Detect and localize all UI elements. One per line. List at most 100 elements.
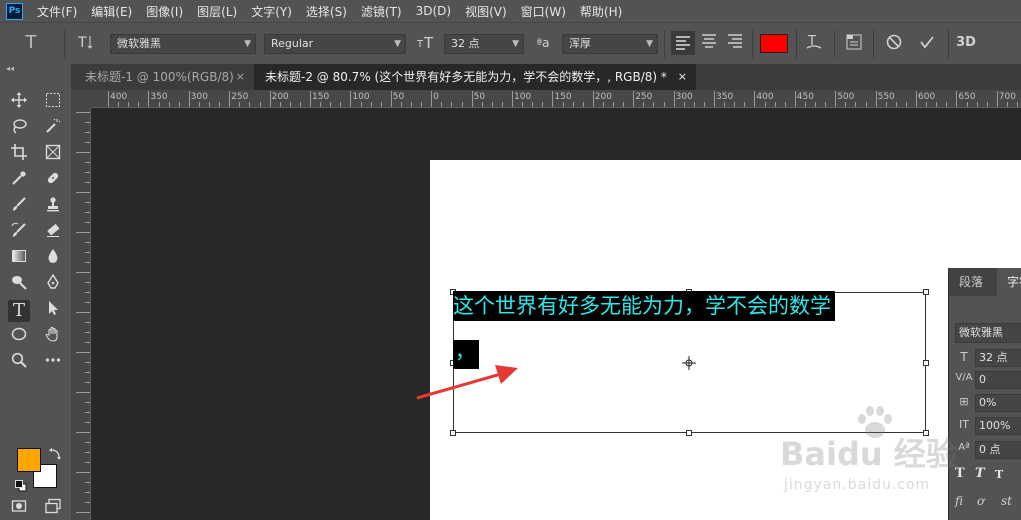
- toggle-text-orientation-icon[interactable]: T: [74, 33, 96, 56]
- resize-handle[interactable]: [923, 360, 929, 366]
- menu-select[interactable]: 选择(S): [306, 3, 347, 20]
- tab-document-2[interactable]: 未标题-2 @ 80.7% (这个世界有好多无能为力，学不会的数学，, RGB/…: [254, 64, 696, 90]
- selected-text-line[interactable]: 这个世界有好多无能为力，学不会的数学: [453, 291, 835, 321]
- more-tools-icon[interactable]: [42, 352, 64, 374]
- zoom-tool-icon[interactable]: [8, 352, 30, 374]
- ruler-tick-label: 300: [675, 92, 693, 102]
- marquee-tool-icon[interactable]: [42, 92, 64, 114]
- ruler-minor-tick: [936, 102, 938, 107]
- anti-alias-select[interactable]: 浑厚 ▼: [562, 34, 658, 54]
- kerning-field[interactable]: 0: [975, 371, 1021, 389]
- ruler-minor-tick: [421, 102, 423, 107]
- quick-mask-icon[interactable]: [8, 498, 30, 520]
- eraser-tool-icon[interactable]: [42, 222, 64, 244]
- commit-edits-icon[interactable]: [916, 33, 938, 56]
- healing-brush-tool-icon[interactable]: [42, 170, 64, 192]
- path-selection-tool-icon[interactable]: [42, 300, 64, 322]
- menu-image[interactable]: 图像(I): [146, 3, 183, 20]
- close-icon[interactable]: ×: [236, 64, 245, 90]
- font-size-field[interactable]: 32 点: [975, 349, 1021, 367]
- font-size-select[interactable]: 32 点 ▼: [444, 34, 524, 54]
- menu-layer[interactable]: 图层(L): [197, 3, 237, 20]
- ruler-minor-tick: [562, 102, 564, 107]
- eyedropper-tool-icon[interactable]: [8, 170, 30, 192]
- menu-type[interactable]: 文字(Y): [251, 3, 292, 20]
- history-brush-tool-icon[interactable]: [8, 222, 30, 244]
- frame-tool-icon[interactable]: [42, 144, 64, 166]
- tab-paragraph[interactable]: 段落: [949, 268, 997, 296]
- ruler-major-tick: [794, 91, 796, 107]
- hand-tool-icon[interactable]: [42, 326, 64, 348]
- ruler-minor-tick: [855, 102, 857, 107]
- ruler-minor-tick: [653, 102, 655, 107]
- type-tool-icon[interactable]: T: [8, 300, 30, 322]
- all-caps-button[interactable]: T: [995, 468, 1003, 481]
- ruler-tick: [76, 392, 90, 393]
- lasso-tool-icon[interactable]: [8, 118, 30, 140]
- menu-3d[interactable]: 3D(D): [416, 4, 451, 18]
- text-color-swatch[interactable]: [760, 34, 788, 53]
- ruler-origin[interactable]: [71, 90, 91, 108]
- ruler-major-tick: [996, 91, 998, 107]
- tab-document-1[interactable]: 未标题-1 @ 100%(RGB/8) ×: [74, 64, 254, 90]
- font-style-select[interactable]: Regular ▼: [264, 34, 406, 54]
- vertical-scale-field[interactable]: 100%: [975, 417, 1021, 435]
- menu-help[interactable]: 帮助(H): [580, 3, 622, 20]
- ruler-tick-label: 200: [271, 92, 289, 102]
- magic-wand-tool-icon[interactable]: [42, 118, 64, 140]
- ruler-minor-tick: [209, 102, 210, 107]
- font-family-select[interactable]: 微软雅黑 ▼: [110, 34, 256, 54]
- resize-handle[interactable]: [923, 289, 929, 295]
- ruler-tick-label: 700: [998, 92, 1016, 102]
- type-tool-preset-icon[interactable]: T: [20, 33, 42, 53]
- cancel-edits-icon[interactable]: [883, 33, 905, 56]
- resize-handle[interactable]: [450, 430, 456, 436]
- ruler-tick-label: 0: [433, 92, 439, 102]
- ruler-minor-tick: [885, 102, 887, 107]
- move-tool-icon[interactable]: [8, 92, 30, 114]
- 3d-button[interactable]: 3D: [955, 33, 977, 53]
- tab-character[interactable]: 字符: [997, 268, 1021, 296]
- baseline-shift-field[interactable]: 0 点: [975, 441, 1021, 459]
- collapse-panel-icon[interactable]: ◂◂: [6, 64, 14, 73]
- pen-tool-icon[interactable]: [42, 273, 64, 296]
- swap-colors-icon[interactable]: [48, 446, 62, 460]
- tracking-field[interactable]: 0%: [975, 394, 1021, 412]
- ellipse-tool-icon[interactable]: [8, 326, 30, 348]
- clone-stamp-tool-icon[interactable]: [42, 196, 64, 218]
- horizontal-ruler[interactable]: 400 350 300 250 200 150 100 50 0 50 100 150 200 250 30…: [91, 90, 1021, 108]
- menu-edit[interactable]: 编辑(E): [91, 3, 132, 20]
- character-panel-toggle-icon[interactable]: [843, 33, 865, 56]
- ruler-tick: [85, 282, 90, 283]
- ruler-tick-label: 600: [918, 92, 936, 102]
- ruler-minor-tick: [178, 102, 180, 107]
- crop-tool-icon[interactable]: [8, 144, 30, 166]
- menu-file[interactable]: 文件(F): [37, 3, 77, 20]
- warp-text-icon[interactable]: T: [803, 33, 825, 56]
- ruler-tick-label: 150: [554, 92, 572, 102]
- screen-mode-icon[interactable]: [42, 498, 64, 520]
- menu-window[interactable]: 窗口(W): [521, 3, 566, 20]
- ruler-tick-label: 50: [473, 92, 486, 102]
- ruler-minor-tick: [865, 102, 867, 107]
- align-center-icon[interactable]: [698, 33, 720, 53]
- ruler-tick: [85, 452, 90, 453]
- font-family-field[interactable]: 微软雅黑: [955, 323, 1021, 343]
- default-colors-icon[interactable]: [15, 477, 27, 492]
- svg-text:T: T: [417, 39, 424, 50]
- menu-filter[interactable]: 滤镜(T): [361, 3, 402, 20]
- close-icon[interactable]: ×: [678, 64, 687, 90]
- vertical-ruler[interactable]: [71, 108, 91, 520]
- resize-handle[interactable]: [686, 430, 692, 436]
- foreground-color-swatch[interactable]: [17, 448, 41, 472]
- blur-tool-icon[interactable]: [42, 248, 64, 270]
- align-right-icon[interactable]: [724, 33, 746, 53]
- menu-view[interactable]: 视图(V): [465, 3, 507, 20]
- brush-tool-icon[interactable]: [8, 196, 30, 218]
- align-left-icon[interactable]: [671, 31, 695, 55]
- ruler-tick: [85, 212, 90, 213]
- gradient-tool-icon[interactable]: [8, 248, 30, 270]
- font-size-icon: TT: [416, 33, 438, 56]
- dodge-tool-icon[interactable]: [8, 274, 30, 296]
- stylistic-alternates-button[interactable]: st: [1001, 494, 1012, 508]
